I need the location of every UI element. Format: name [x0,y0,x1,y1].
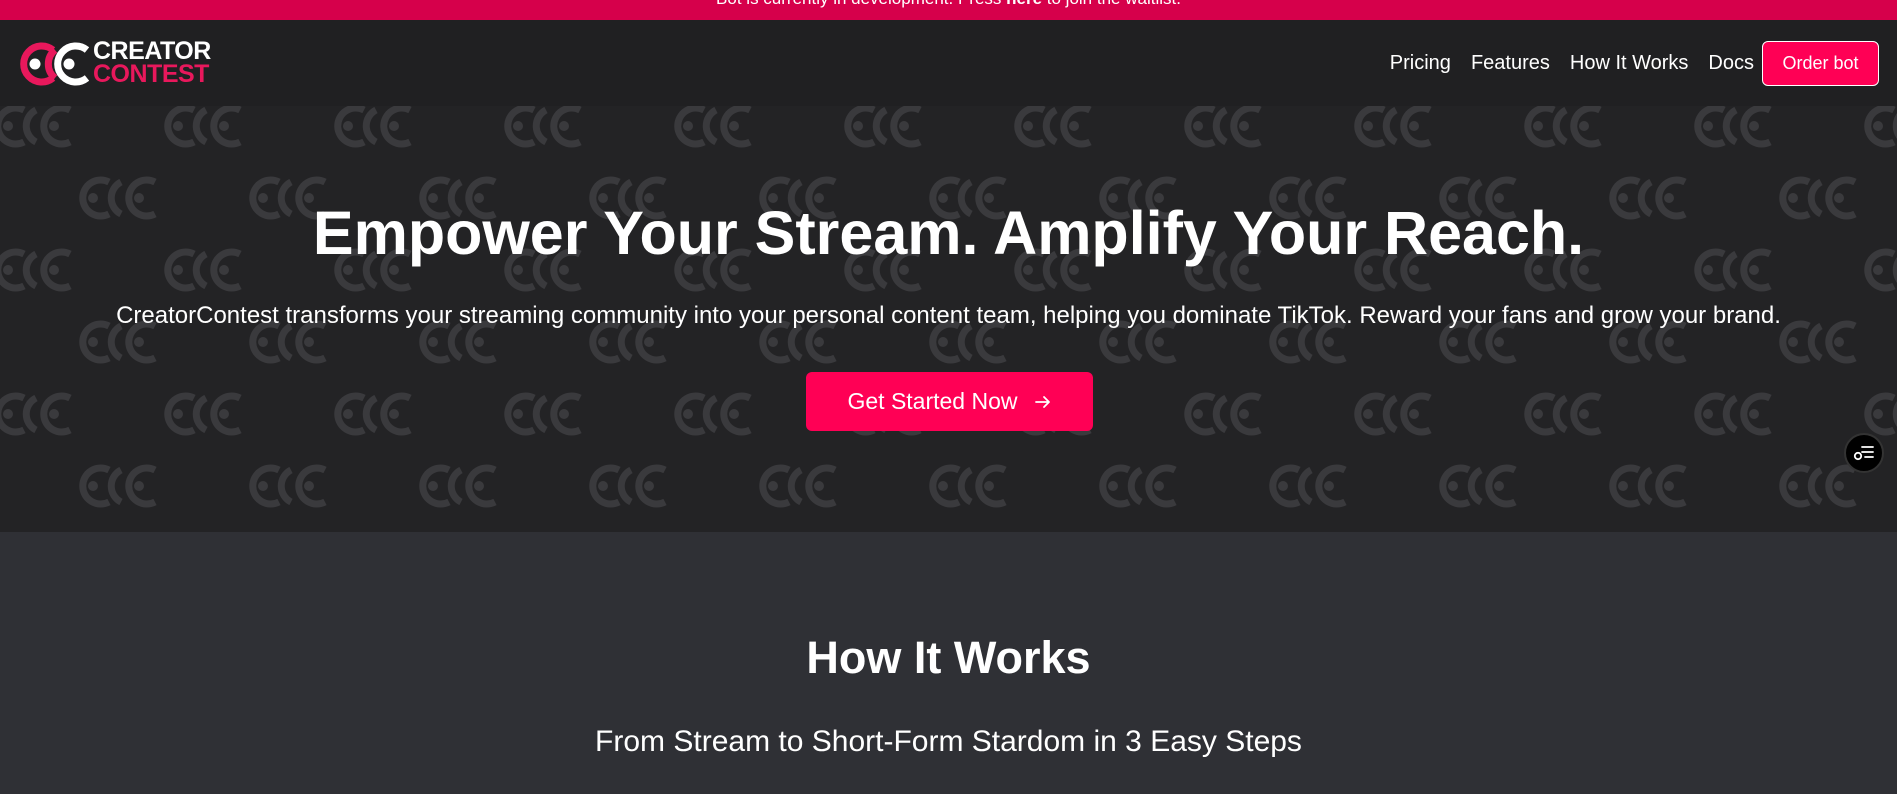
nav-link-pricing[interactable]: Pricing [1390,52,1451,75]
pattern-logo-mark [1698,396,1770,432]
pattern-logo-mark [1868,396,1897,432]
floating-menu-button[interactable] [1844,433,1884,473]
pattern-logo-mark [1018,108,1090,144]
pattern-logo-mark [1188,396,1260,432]
pattern-logo-mark [1358,108,1430,144]
pattern-logo-mark [338,396,410,432]
pattern-logo-mark [678,396,750,432]
pattern-logo-mark [508,108,580,144]
banner-text-after: to join the waitlist. [1042,0,1181,8]
hero-section: Empower Your Stream. Amplify Your Reach.… [0,106,1897,532]
creatorcontest-logo-icon [20,42,89,86]
pattern-logo-mark [1188,108,1260,144]
pattern-logo-mark [0,108,70,144]
hero-title: Empower Your Stream. Amplify Your Reach. [312,199,1585,267]
pattern-logo-mark [338,108,410,144]
pattern-logo-mark [168,108,240,144]
logo[interactable]: CREATOR CONTEST [19,39,211,88]
nav-links: Pricing Features How It Works Docs [1390,20,1754,106]
pattern-logo-mark [1698,108,1770,144]
pattern-logo-mark [933,468,1005,504]
order-bot-button[interactable]: Order bot [1762,41,1879,86]
get-started-button[interactable]: Get Started Now [806,372,1093,431]
pattern-logo-mark [1103,468,1175,504]
pattern-logo-mark [508,396,580,432]
how-it-works-section: How It Works From Stream to Short-Form S… [0,532,1897,794]
pattern-logo-mark [83,468,155,504]
pattern-logo-mark [1868,108,1897,144]
top-navbar: CREATOR CONTEST Pricing Features How It … [0,20,1897,106]
pattern-logo-mark [1443,468,1515,504]
nav-link-features[interactable]: Features [1471,52,1550,75]
banner-text-before: Bot is currently in development. Press [716,0,1006,8]
announcement-banner: Bot is currently in development. Press h… [0,0,1897,20]
pattern-logo-mark [848,108,920,144]
pattern-logo-mark [423,468,495,504]
how-it-works-subtitle: From Stream to Short-Form Stardom in 3 E… [595,725,1302,758]
logo-text-contest: CONTEST [93,60,209,88]
nav-link-how-it-works[interactable]: How It Works [1570,52,1689,75]
pattern-logo-mark [1528,108,1600,144]
pattern-logo-mark [1358,396,1430,432]
nav-link-docs[interactable]: Docs [1708,52,1754,75]
how-it-works-title: How It Works [806,632,1091,683]
get-started-label: Get Started Now [847,388,1018,414]
pattern-logo-mark [1613,468,1685,504]
pattern-logo-mark [763,468,835,504]
pattern-logo-mark [1783,468,1855,504]
pattern-logo-mark [0,396,70,432]
pattern-logo-mark [253,468,325,504]
hero-subtitle: CreatorContest transforms your streaming… [116,302,1781,329]
list-settings-icon [1853,446,1874,461]
pattern-logo-mark [1528,396,1600,432]
banner-waitlist-link[interactable]: here [1006,0,1042,8]
pattern-logo-mark [1273,468,1345,504]
pattern-logo-mark [593,468,665,504]
pattern-logo-mark [168,396,240,432]
arrow-right-icon [1034,395,1050,408]
pattern-logo-mark [678,108,750,144]
